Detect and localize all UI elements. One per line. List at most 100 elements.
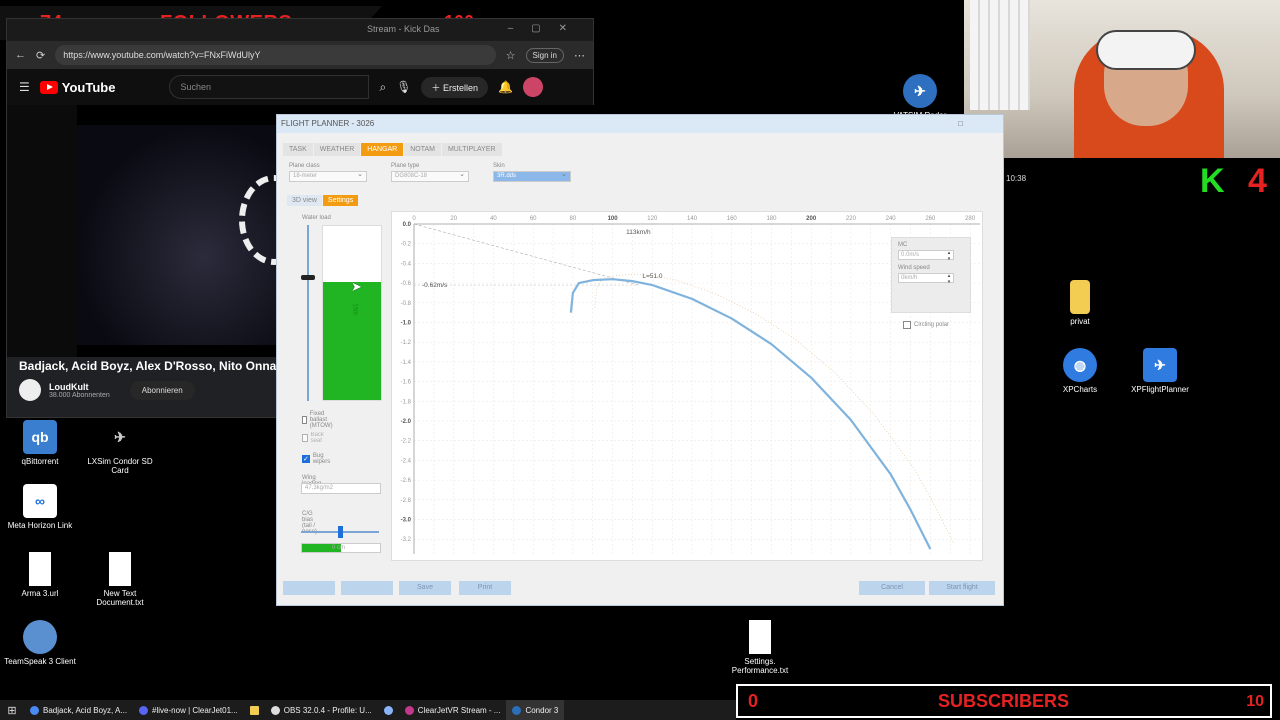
text-file-icon: [749, 620, 771, 654]
desktop-icon-label: qBittorrent: [21, 457, 59, 466]
window-title: FLIGHT PLANNER - 3026: [281, 119, 375, 128]
channel-avatar[interactable]: [19, 379, 41, 401]
x-tick-label: 100: [608, 216, 619, 222]
hamburger-icon[interactable]: ☰: [19, 80, 30, 94]
kick-badge: K: [1200, 162, 1225, 200]
taskbar-item-folder[interactable]: [244, 700, 265, 720]
channel-name[interactable]: LoudKult: [49, 382, 110, 392]
water-slider-handle[interactable]: [301, 275, 315, 280]
tab-weather[interactable]: WEATHER: [313, 143, 361, 156]
window-controls[interactable]: –▢✕: [508, 23, 585, 34]
tab-notam[interactable]: NOTAM: [404, 143, 441, 156]
cg-bias-slider[interactable]: [301, 526, 379, 538]
youtube-logo[interactable]: YouTube: [39, 79, 116, 95]
desktop-icon-teamspeak[interactable]: TeamSpeak 3 Client: [0, 620, 80, 666]
tab-hangar[interactable]: HANGAR: [361, 143, 404, 156]
desktop-icon-xpcharts[interactable]: ◍ XPCharts: [1040, 348, 1120, 394]
tab-settings[interactable]: Settings: [322, 195, 359, 206]
speed-annotation: 113km/h: [626, 229, 651, 236]
y-tick-label: -3.0: [401, 518, 412, 524]
mc-label: MC: [898, 242, 908, 248]
close-icon[interactable]: □: [958, 119, 963, 128]
search-input[interactable]: Suchen: [169, 75, 370, 99]
water-slider-track[interactable]: [307, 225, 309, 401]
avatar[interactable]: [522, 77, 543, 97]
bell-icon[interactable]: 🔔: [498, 80, 513, 94]
plane-class-select[interactable]: 18-meter: [289, 170, 367, 182]
desktop-icon-xpflightplanner[interactable]: ✈ XPFlightPlanner: [1120, 348, 1200, 394]
desktop-icon-arma[interactable]: Arma 3.url: [0, 552, 80, 598]
youtube-logo-text: YouTube: [61, 79, 116, 95]
desktop-icon-label: XPFlightPlanner: [1131, 385, 1189, 394]
y-tick-label: -1.6: [401, 380, 412, 386]
plane-class-group: Plane class 18-meter: [289, 163, 367, 182]
x-tick-label: 260: [925, 216, 936, 222]
x-tick-label: 20: [450, 216, 457, 222]
desktop-icon-qbittorrent[interactable]: qb qBittorrent: [0, 420, 80, 466]
plane-type-select[interactable]: DG808C-18: [391, 170, 469, 182]
microphone-icon[interactable]: 🎙: [396, 80, 411, 94]
taskbar-item-pin[interactable]: [378, 700, 399, 720]
webcam-feed: [964, 0, 1280, 158]
disabled-button-2[interactable]: [341, 581, 393, 595]
create-button[interactable]: ＋ Erstellen: [421, 76, 488, 98]
tab-multiplayer[interactable]: MULTIPLAYER: [441, 143, 502, 156]
plane-type-label: Plane type: [391, 163, 420, 169]
checkbox-label: Circling polar: [914, 322, 950, 328]
tangent-line: [413, 223, 639, 286]
cg-bias-handle[interactable]: [338, 526, 343, 538]
taskbar: ⊞ Badjack, Acid Boyz, A... #live-now | C…: [0, 700, 736, 720]
mouse-cursor-icon: ➤: [351, 279, 362, 294]
y-tick-label: -3.2: [401, 537, 412, 543]
search-icon[interactable]: ⌕: [379, 80, 386, 95]
reload-icon[interactable]: ⟳: [36, 49, 45, 62]
desktop-icon-new-text[interactable]: New Text Document.txt: [80, 552, 160, 607]
desktop-icon-lxsim[interactable]: ✈ LXSim Condor SD Card: [80, 420, 160, 476]
subscribers-label: SUBSCRIBERS: [938, 690, 1070, 711]
circling-polar-checkbox[interactable]: Circling polar: [903, 321, 949, 329]
windows-start-icon[interactable]: ⊞: [0, 704, 24, 717]
desktop-icon-settings-performance[interactable]: Settings. Performance.txt: [720, 620, 800, 675]
back-seat-checkbox[interactable]: Back seat: [302, 432, 326, 444]
channel-subscribers: 38.000 Abonnenten: [49, 391, 110, 399]
start-flight-button[interactable]: Start flight: [929, 581, 995, 595]
desktop-icon-meta-horizon[interactable]: ∞ Meta Horizon Link: [0, 484, 80, 530]
bug-wipers-checkbox[interactable]: ✓ Bug wipers: [302, 453, 330, 465]
x-tick-label: 280: [965, 216, 976, 222]
back-icon[interactable]: ←: [15, 49, 26, 61]
x-tick-label: 80: [570, 216, 577, 222]
x-tick-label: 60: [530, 216, 537, 222]
plane-type-group: Plane type DG808C-18: [391, 163, 469, 182]
tab-3d-view[interactable]: 3D view: [287, 195, 322, 206]
menu-icon[interactable]: ⋯: [574, 49, 585, 62]
url-field[interactable]: https://www.youtube.com/watch?v=FNxFiWdU…: [55, 45, 496, 65]
skin-select[interactable]: 3R.dds: [493, 170, 571, 182]
glide-ratio-annotation: L=51.0: [642, 273, 662, 280]
taskbar-item-obs[interactable]: OBS 32.0.4 - Profile: U...: [265, 700, 378, 720]
browser-tab[interactable]: Stream - Kick Das: [367, 24, 440, 34]
search-placeholder: Suchen: [180, 82, 211, 92]
sink-annotation: -0.62m/s: [422, 282, 448, 289]
desktop-icon-privat[interactable]: privat: [1040, 280, 1120, 326]
y-tick-label: -2.0: [401, 419, 412, 425]
fixed-ballast-checkbox[interactable]: Fixed ballast (MTOW): [302, 411, 336, 429]
plane-icon: ✈: [114, 428, 126, 445]
subscribe-button[interactable]: Abonnieren: [129, 380, 195, 400]
youtube-header: ☰ YouTube Suchen ⌕ 🎙 ＋ Erstellen 🔔: [7, 69, 593, 105]
desktop-icon-label: XPCharts: [1062, 385, 1098, 394]
cancel-button[interactable]: Cancel: [859, 581, 925, 595]
star-icon[interactable]: ☆: [506, 49, 516, 62]
create-label: Erstellen: [442, 82, 478, 93]
taskbar-item-clearjet[interactable]: ClearJetVR Stream - ...: [399, 700, 507, 720]
save-button[interactable]: Save: [399, 581, 451, 595]
disabled-button-1[interactable]: [283, 581, 335, 595]
wind-speed-spinbox[interactable]: 0km/h: [898, 273, 954, 285]
sign-in-button[interactable]: Sign in: [525, 47, 564, 63]
taskbar-item-discord[interactable]: #live-now | ClearJet01...: [133, 700, 244, 720]
taskbar-item-chrome[interactable]: Badjack, Acid Boyz, A...: [24, 700, 133, 720]
taskbar-item-condor[interactable]: Condor 3: [506, 700, 565, 720]
y-tick-label: -1.4: [401, 360, 412, 366]
tab-task[interactable]: TASK: [283, 143, 313, 156]
print-button[interactable]: Print: [459, 581, 511, 595]
mc-spinbox[interactable]: 0.0m/s: [898, 250, 954, 262]
